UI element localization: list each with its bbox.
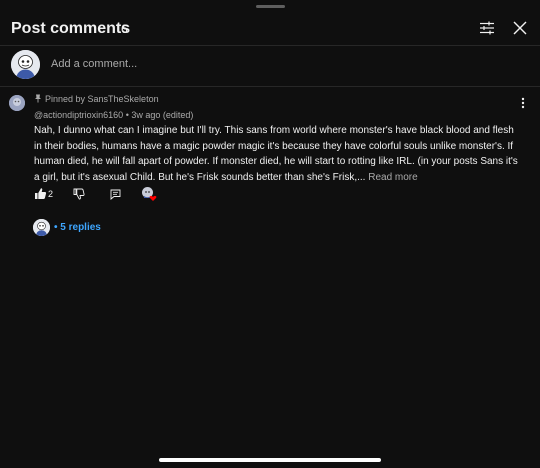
page-title: Post comments — [11, 20, 131, 37]
home-indicator — [159, 458, 381, 462]
divider — [0, 86, 540, 87]
avatar — [33, 219, 50, 236]
close-icon[interactable] — [511, 19, 529, 37]
drag-handle[interactable] — [256, 5, 285, 8]
avatar[interactable] — [9, 95, 25, 111]
thumbs-up-icon[interactable] — [34, 187, 47, 200]
sliders-icon[interactable] — [478, 19, 496, 37]
comment-icon[interactable] — [110, 187, 121, 200]
header: Post comments 6 — [0, 12, 540, 46]
comment-text: Nah, I dunno what can I imagine but I'll… — [34, 123, 522, 185]
comment-body: Nah, I dunno what can I imagine but I'll… — [34, 125, 518, 183]
add-comment-input[interactable]: Add a comment... — [51, 58, 137, 70]
thumbs-down-icon[interactable] — [73, 187, 85, 200]
comment-meta: @actiondiptrioxin6160 • 3w ago (edited) — [34, 110, 193, 120]
compose-row: Add a comment... — [0, 46, 540, 86]
pinned-text: Pinned by SansTheSkeleton — [45, 94, 159, 104]
like-count: 2 — [48, 189, 54, 199]
pinned-label: Pinned by SansTheSkeleton — [34, 94, 159, 104]
kebab-icon[interactable] — [517, 96, 529, 110]
author-handle[interactable]: @actiondiptrioxin6160 — [34, 110, 123, 120]
pin-icon — [34, 94, 42, 103]
comment-actions: 2 — [0, 187, 540, 203]
comment-time: 3w ago (edited) — [131, 110, 194, 120]
meta-separator: • — [125, 110, 129, 120]
creator-heart-icon[interactable] — [141, 186, 157, 202]
replies-count[interactable]: • 5 replies — [54, 222, 101, 233]
comment-count: 6 — [121, 22, 128, 36]
avatar — [11, 50, 40, 79]
read-more-link[interactable]: Read more — [368, 172, 417, 183]
